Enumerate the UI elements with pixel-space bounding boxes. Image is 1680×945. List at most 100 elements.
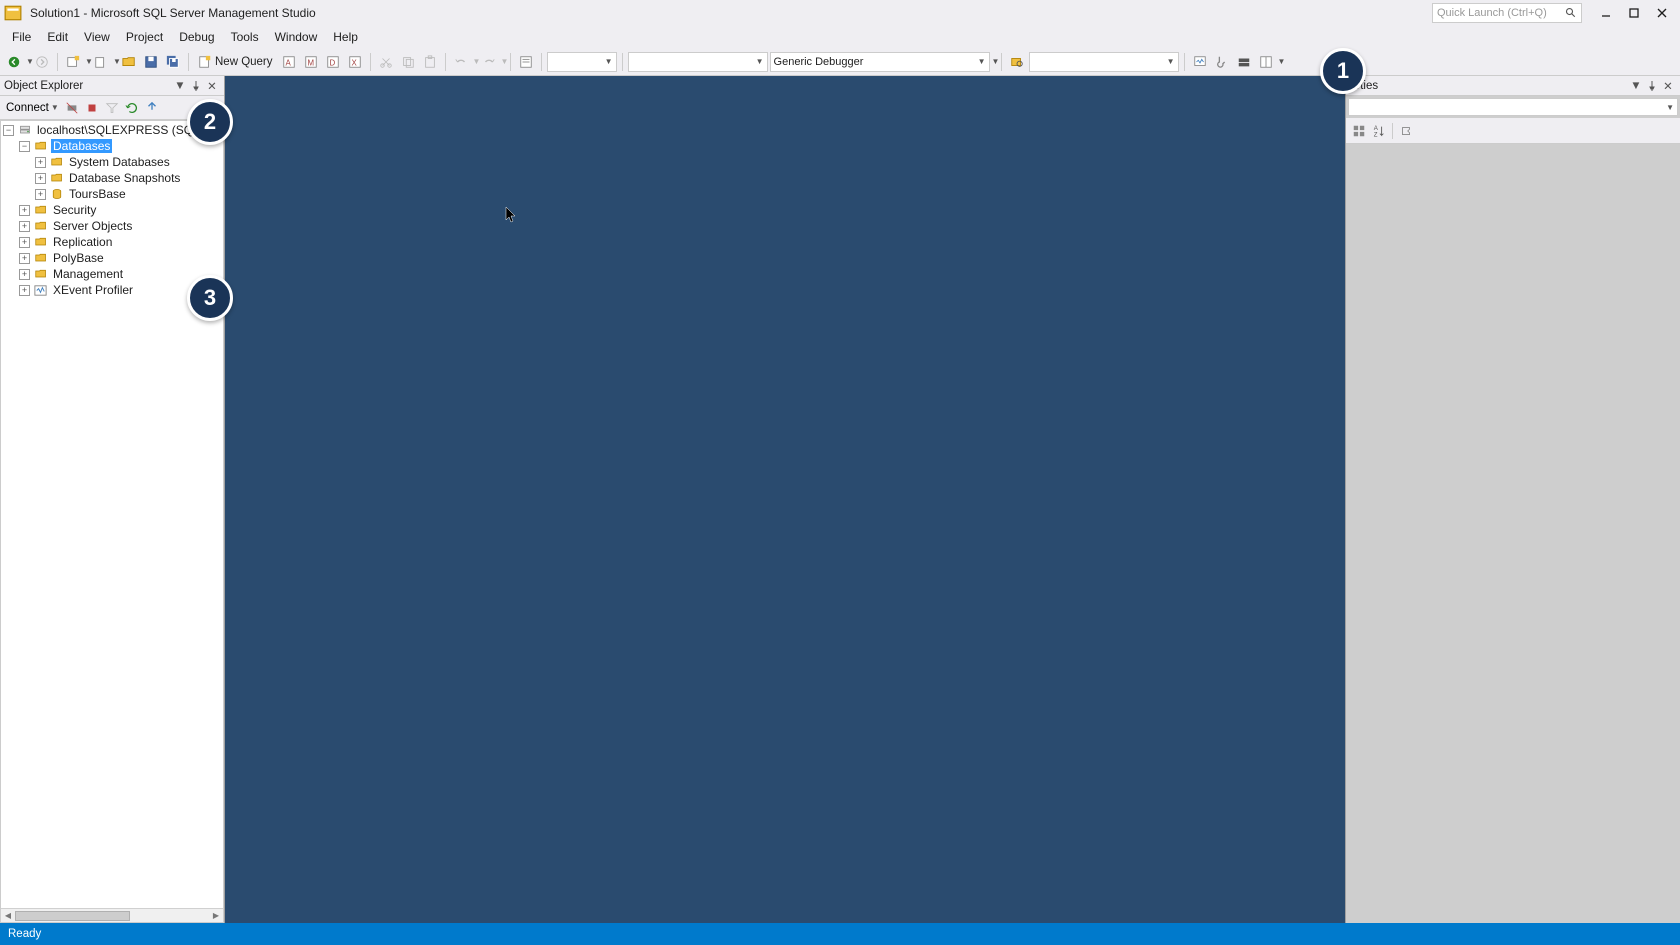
properties-button[interactable] xyxy=(516,51,536,73)
expand-icon[interactable]: + xyxy=(35,157,46,168)
close-icon[interactable]: ✕ xyxy=(1660,78,1676,94)
menu-edit[interactable]: Edit xyxy=(39,28,76,46)
horizontal-scrollbar[interactable]: ◀ ▶ xyxy=(1,908,223,922)
tree-row-database-snapshots[interactable]: + Database Snapshots xyxy=(1,170,223,186)
debugger-combo[interactable]: Generic Debugger▼ xyxy=(770,52,990,72)
object-explorer-header[interactable]: Object Explorer ▼ ✕ xyxy=(0,76,224,96)
new-project-button[interactable] xyxy=(63,51,83,73)
forward-button[interactable] xyxy=(32,51,52,73)
database-icon xyxy=(49,187,64,202)
expand-icon[interactable]: + xyxy=(19,285,30,296)
menu-tools[interactable]: Tools xyxy=(223,28,267,46)
object-explorer-panel: Object Explorer ▼ ✕ Connect ▼ − localhos… xyxy=(0,76,225,923)
alphabetical-button[interactable]: AZ xyxy=(1370,122,1388,140)
query-type-1-button[interactable]: A xyxy=(279,51,299,73)
filter-button[interactable] xyxy=(103,99,121,117)
chevron-down-icon[interactable]: ▼ xyxy=(1278,57,1282,66)
new-item-button[interactable] xyxy=(91,51,111,73)
folder-icon xyxy=(49,171,64,186)
tree-row-server-objects[interactable]: + Server Objects xyxy=(1,218,223,234)
menu-help[interactable]: Help xyxy=(325,28,366,46)
open-button[interactable] xyxy=(119,51,139,73)
close-button[interactable] xyxy=(1648,2,1676,24)
collapse-icon[interactable]: − xyxy=(19,141,30,152)
expand-icon[interactable]: + xyxy=(19,237,30,248)
pin-icon[interactable] xyxy=(188,78,204,94)
sync-button[interactable] xyxy=(143,99,161,117)
solution-config-combo[interactable]: ▼ xyxy=(547,52,617,72)
pin-icon[interactable] xyxy=(1644,78,1660,94)
activity-monitor-button[interactable] xyxy=(1190,51,1210,73)
panel-dropdown-icon[interactable]: ▼ xyxy=(1628,78,1644,94)
svg-text:Z: Z xyxy=(1374,131,1378,138)
find-combo[interactable]: ▼ xyxy=(1029,52,1179,72)
quick-launch-input[interactable]: Quick Launch (Ctrl+Q) xyxy=(1432,3,1582,23)
redo-button[interactable] xyxy=(479,51,499,73)
close-icon[interactable]: ✕ xyxy=(204,78,220,94)
property-pages-button[interactable] xyxy=(1397,122,1415,140)
paste-button[interactable] xyxy=(420,51,440,73)
tree-row-system-databases[interactable]: + System Databases xyxy=(1,154,223,170)
chevron-down-icon[interactable]: ▼ xyxy=(501,57,505,66)
categorized-button[interactable] xyxy=(1350,122,1368,140)
tree-row-replication[interactable]: + Replication xyxy=(1,234,223,250)
chevron-down-icon[interactable]: ▼ xyxy=(26,57,30,66)
tree-row-databases[interactable]: − Databases xyxy=(1,138,223,154)
object-explorer-tree[interactable]: − localhost\SQLEXPRESS (SQL S − Database… xyxy=(0,120,224,923)
minimize-button[interactable] xyxy=(1592,2,1620,24)
collapse-icon[interactable]: − xyxy=(3,125,14,136)
cut-button[interactable] xyxy=(376,51,396,73)
expand-icon[interactable]: + xyxy=(19,253,30,264)
scroll-left-icon[interactable]: ◀ xyxy=(1,910,15,922)
menu-view[interactable]: View xyxy=(76,28,118,46)
disconnect-button[interactable] xyxy=(63,99,81,117)
save-all-button[interactable] xyxy=(163,51,183,73)
chevron-down-icon[interactable]: ▼ xyxy=(992,57,996,66)
save-button[interactable] xyxy=(141,51,161,73)
svg-text:M: M xyxy=(307,58,314,67)
properties-object-combo[interactable]: ▼ xyxy=(1348,98,1678,116)
find-button[interactable] xyxy=(1007,51,1027,73)
template-explorer-button[interactable] xyxy=(1256,51,1276,73)
connect-button[interactable]: Connect ▼ xyxy=(4,100,61,116)
chevron-down-icon[interactable]: ▼ xyxy=(113,57,117,66)
tree-row-security[interactable]: + Security xyxy=(1,202,223,218)
new-query-button[interactable]: New Query xyxy=(194,51,277,73)
menu-window[interactable]: Window xyxy=(267,28,326,46)
query-type-4-button[interactable]: X xyxy=(345,51,365,73)
solution-platform-combo[interactable]: ▼ xyxy=(628,52,768,72)
back-button[interactable] xyxy=(4,51,24,73)
tree-row-polybase[interactable]: + PolyBase xyxy=(1,250,223,266)
properties-header[interactable]: erties ▼ ✕ xyxy=(1346,76,1680,96)
menu-project[interactable]: Project xyxy=(118,28,171,46)
callout-badge-3: 3 xyxy=(187,275,233,321)
copy-button[interactable] xyxy=(398,51,418,73)
expand-icon[interactable]: + xyxy=(19,205,30,216)
query-type-3-button[interactable]: D xyxy=(323,51,343,73)
tree-row-toursbase[interactable]: + ToursBase xyxy=(1,186,223,202)
refresh-button[interactable] xyxy=(123,99,141,117)
tree-label: Management xyxy=(51,267,125,281)
object-explorer-button[interactable] xyxy=(1234,51,1254,73)
menu-file[interactable]: File xyxy=(4,28,39,46)
chevron-down-icon[interactable]: ▼ xyxy=(473,57,477,66)
undo-button[interactable] xyxy=(451,51,471,73)
expand-icon[interactable]: + xyxy=(35,173,46,184)
panel-dropdown-icon[interactable]: ▼ xyxy=(172,78,188,94)
expand-icon[interactable]: + xyxy=(35,189,46,200)
query-type-2-button[interactable]: M xyxy=(301,51,321,73)
quick-launch-placeholder: Quick Launch (Ctrl+Q) xyxy=(1437,7,1547,19)
tree-label: Database Snapshots xyxy=(67,171,182,185)
expand-icon[interactable]: + xyxy=(19,269,30,280)
scrollbar-thumb[interactable] xyxy=(15,911,130,921)
menu-debug[interactable]: Debug xyxy=(171,28,222,46)
registered-servers-button[interactable] xyxy=(1212,51,1232,73)
scroll-right-icon[interactable]: ▶ xyxy=(209,910,223,922)
maximize-button[interactable] xyxy=(1620,2,1648,24)
chevron-down-icon[interactable]: ▼ xyxy=(85,57,89,66)
tree-row-management[interactable]: + Management xyxy=(1,266,223,282)
stop-button[interactable] xyxy=(83,99,101,117)
expand-icon[interactable]: + xyxy=(19,221,30,232)
status-ready: Ready xyxy=(8,928,41,940)
search-icon xyxy=(1565,7,1577,19)
